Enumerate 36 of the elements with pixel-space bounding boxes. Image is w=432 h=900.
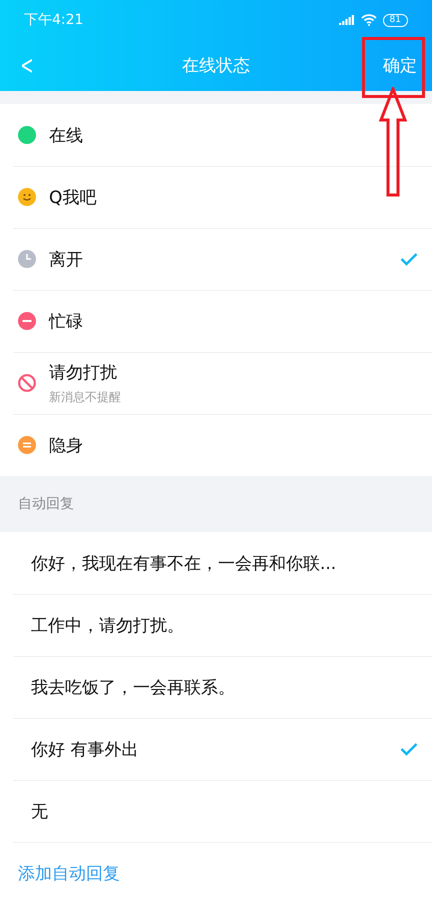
wifi-icon	[360, 14, 377, 26]
reply-item[interactable]: 你好，我现在有事不在，一会再和你联...	[0, 532, 432, 594]
reply-item[interactable]: 你好 有事外出	[0, 718, 432, 780]
status-label: 隐身	[49, 434, 84, 456]
reply-text: 无	[31, 800, 49, 822]
reply-item[interactable]: 工作中，请勿打扰。	[0, 594, 432, 656]
dnd-status-icon	[18, 374, 36, 392]
reply-item[interactable]: 无	[0, 780, 432, 842]
battery-icon: 81	[382, 14, 408, 26]
status-item[interactable]: Q我吧	[0, 166, 432, 228]
busy-status-icon	[18, 312, 36, 330]
section-header: 自动回复	[18, 495, 74, 513]
status-note: 新消息不提醒	[49, 388, 122, 406]
reply-text: 你好 有事外出	[31, 738, 140, 760]
reply-item[interactable]: 我去吃饭了，一会再联系。	[0, 656, 432, 718]
status-item[interactable]: 隐身	[0, 414, 432, 476]
smile-status-icon	[18, 188, 36, 206]
status-label: 离开	[49, 248, 84, 270]
status-label: 在线	[49, 124, 84, 146]
status-item[interactable]: 离开	[0, 228, 432, 290]
reply-text: 你好，我现在有事不在，一会再和你联...	[31, 552, 338, 574]
reply-text: 我去吃饭了，一会再联系。	[31, 676, 236, 698]
reply-text: 工作中，请勿打扰。	[31, 614, 185, 636]
status-time: 下午4:21	[24, 11, 84, 29]
away-status-icon	[18, 250, 36, 268]
status-label: 忙碌	[49, 310, 84, 332]
status-item[interactable]: 请勿打扰 新消息不提醒	[0, 352, 432, 414]
status-label: Q我吧	[49, 186, 98, 208]
page-title: 在线状态	[182, 55, 250, 77]
status-item[interactable]: 忙碌	[0, 290, 432, 352]
status-label: 请勿打扰	[49, 362, 118, 384]
online-status-icon	[18, 126, 36, 144]
signal-icon	[338, 15, 355, 25]
status-item[interactable]: 在线	[0, 104, 432, 166]
highlight-box	[362, 37, 425, 98]
invisible-status-icon	[18, 436, 36, 454]
